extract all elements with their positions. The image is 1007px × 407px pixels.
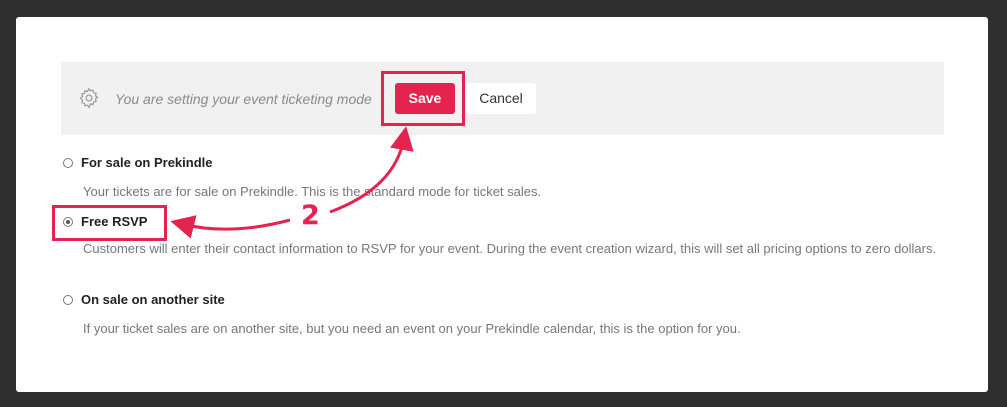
ticketing-mode-toolbar: You are setting your event ticketing mod… bbox=[61, 62, 944, 135]
radio-for-sale-on-prekindle[interactable] bbox=[63, 158, 73, 168]
option-label: For sale on Prekindle bbox=[81, 155, 213, 170]
step-number-badge: 2 bbox=[301, 200, 320, 231]
ticketing-mode-message: You are setting your event ticketing mod… bbox=[115, 91, 372, 107]
option-for-sale-on-prekindle[interactable]: For sale on Prekindle Your tickets are f… bbox=[63, 155, 943, 205]
option-description: If your ticket sales are on another site… bbox=[83, 321, 741, 336]
save-button[interactable]: Save bbox=[395, 83, 455, 114]
cancel-button[interactable]: Cancel bbox=[466, 83, 536, 114]
gear-icon bbox=[78, 87, 100, 109]
option-on-sale-on-another-site[interactable]: On sale on another site If your ticket s… bbox=[63, 292, 943, 342]
free-rsvp-highlight-box bbox=[52, 205, 167, 241]
radio-on-sale-on-another-site[interactable] bbox=[63, 295, 73, 305]
option-description: Customers will enter their contact infor… bbox=[83, 241, 937, 256]
option-label: On sale on another site bbox=[81, 292, 225, 307]
option-description: Your tickets are for sale on Prekindle. … bbox=[83, 184, 542, 199]
option-free-rsvp[interactable]: Free RSVP Customers will enter their con… bbox=[63, 214, 943, 284]
